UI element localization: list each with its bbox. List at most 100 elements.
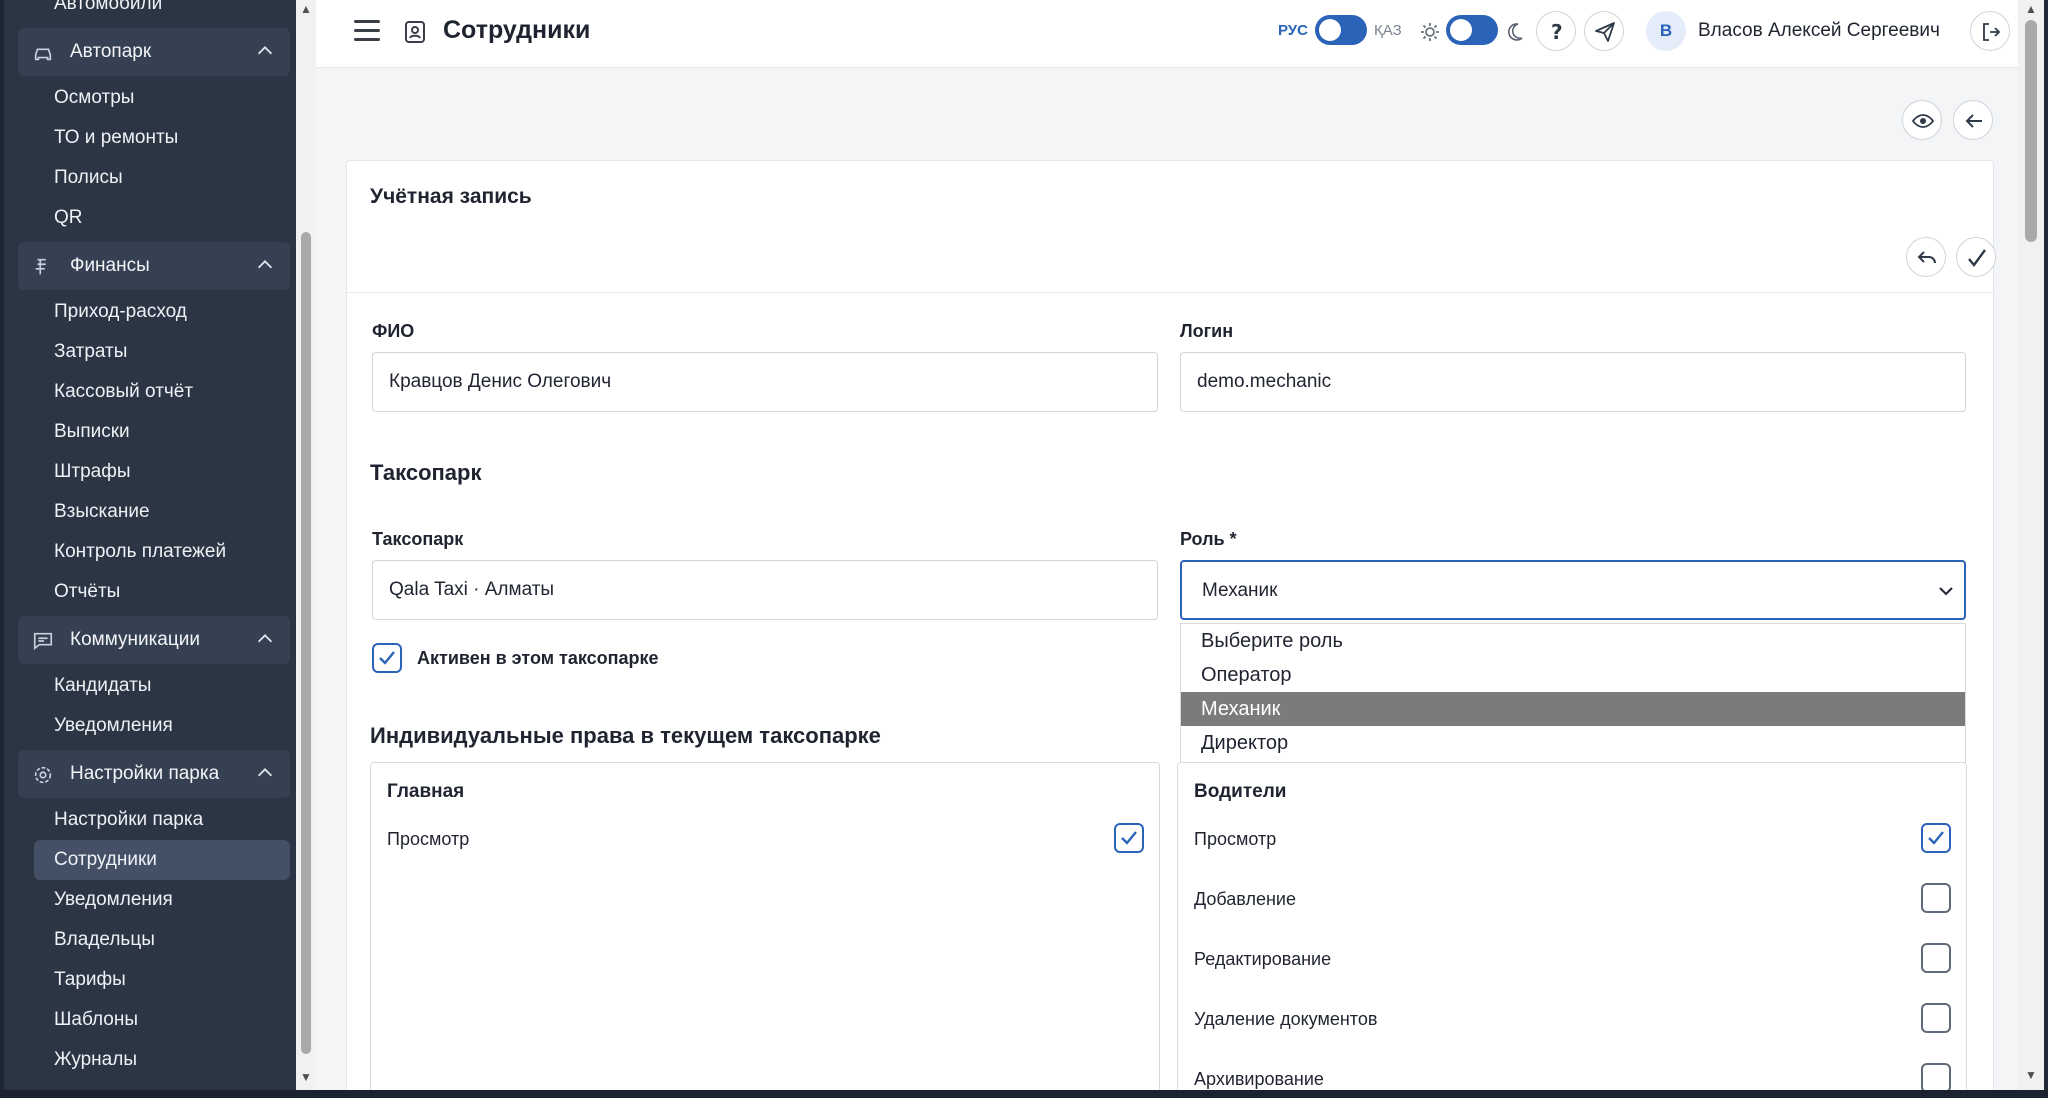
back-button[interactable] bbox=[1953, 100, 1993, 140]
page-scrollbar[interactable]: ▲ ▼ bbox=[2018, 0, 2044, 1090]
scroll-down-arrow-icon[interactable]: ▼ bbox=[300, 1070, 312, 1084]
sidebar-item-inspections[interactable]: Осмотры bbox=[54, 78, 134, 118]
permission-checkbox[interactable] bbox=[1921, 1003, 1951, 1033]
role-select[interactable]: Механик bbox=[1180, 560, 1966, 620]
sidebar-item-qr[interactable]: QR bbox=[54, 198, 83, 238]
role-option-mechanic[interactable]: Механик bbox=[1181, 692, 1965, 726]
sidebar-item-reports[interactable]: Отчёты bbox=[54, 572, 120, 612]
main-area: Сотрудники РУС ҚАЗ ? В Власов Алексей Се… bbox=[316, 0, 2018, 1090]
sidebar-item-policies[interactable]: Полисы bbox=[54, 158, 123, 198]
sidebar-item-cash-report[interactable]: Кассовый отчёт bbox=[54, 372, 193, 412]
question-icon: ? bbox=[1551, 21, 1563, 43]
scrollbar-thumb[interactable] bbox=[301, 232, 311, 1054]
sidebar-item-employees[interactable]: Сотрудники bbox=[54, 840, 157, 880]
taxopark-input[interactable]: Qala Taxi · Алматы bbox=[372, 560, 1158, 620]
checkmark-icon bbox=[379, 651, 395, 665]
fio-input[interactable]: Кравцов Денис Олегович bbox=[372, 352, 1158, 412]
scroll-up-arrow-icon[interactable]: ▲ bbox=[300, 2, 312, 16]
sidebar-item-recovery[interactable]: Взыскание bbox=[54, 492, 150, 532]
permission-group-title: Главная bbox=[387, 781, 465, 802]
permission-checkbox[interactable] bbox=[1921, 823, 1951, 853]
scroll-down-arrow-icon[interactable]: ▼ bbox=[2025, 1068, 2037, 1082]
sidebar-item-fines[interactable]: Штрафы bbox=[54, 452, 131, 492]
lang-rus-label[interactable]: РУС bbox=[1278, 22, 1308, 39]
sidebar-item-cars[interactable]: Автомобили bbox=[54, 0, 162, 24]
language-toggle[interactable] bbox=[1315, 15, 1367, 45]
sidebar-item-notifications[interactable]: Уведомления bbox=[54, 706, 173, 746]
toggle-knob bbox=[1319, 19, 1341, 41]
moon-icon bbox=[1508, 23, 1523, 41]
active-checkbox-label[interactable]: Активен в этом таксопарке bbox=[417, 648, 659, 669]
permissions-section-title: Индивидуальные права в текущем таксопарк… bbox=[370, 723, 881, 748]
lang-kaz-label[interactable]: ҚАЗ bbox=[1374, 22, 1402, 39]
logout-icon bbox=[1983, 23, 2001, 41]
undo-button[interactable] bbox=[1906, 237, 1946, 277]
role-option-director[interactable]: Директор bbox=[1181, 726, 1965, 760]
taxopark-label: Таксопарк bbox=[372, 529, 464, 549]
checkmark-icon bbox=[1121, 831, 1137, 845]
view-button[interactable] bbox=[1902, 100, 1942, 140]
taxopark-section-title: Таксопарк bbox=[370, 460, 482, 485]
scrollbar-thumb[interactable] bbox=[2025, 20, 2037, 242]
active-checkbox[interactable] bbox=[372, 643, 402, 673]
sidebar-item-tariffs[interactable]: Тарифы bbox=[54, 960, 126, 1000]
settings-icon bbox=[34, 766, 52, 784]
window-bottom-edge bbox=[0, 1090, 2048, 1098]
permission-checkbox[interactable] bbox=[1921, 883, 1951, 913]
sidebar-item-income-expense[interactable]: Приход-расход bbox=[54, 292, 187, 332]
telegram-button[interactable] bbox=[1584, 11, 1624, 51]
avatar[interactable]: В bbox=[1646, 11, 1686, 51]
help-button[interactable]: ? bbox=[1536, 11, 1576, 51]
permission-label: Архивирование bbox=[1194, 1069, 1324, 1089]
sidebar-scrollbar[interactable]: ▲ ▼ bbox=[296, 0, 316, 1090]
role-select-value: Механик bbox=[1202, 580, 1278, 601]
sidebar-group-finance[interactable]: Финансы bbox=[18, 242, 290, 290]
sidebar-group-communications[interactable]: Коммуникации bbox=[18, 616, 290, 664]
permission-checkbox[interactable] bbox=[1114, 823, 1144, 853]
permission-label: Просмотр bbox=[387, 829, 470, 849]
login-input[interactable]: demo.mechanic bbox=[1180, 352, 1966, 412]
login-label: Логин bbox=[1180, 321, 1234, 341]
role-option-operator[interactable]: Оператор bbox=[1181, 658, 1965, 692]
send-icon bbox=[1595, 22, 1615, 42]
sidebar-item-candidates[interactable]: Кандидаты bbox=[54, 666, 151, 706]
sidebar-item-statements[interactable]: Выписки bbox=[54, 412, 130, 452]
menu-toggle-icon[interactable] bbox=[354, 20, 380, 42]
contact-card-icon bbox=[405, 21, 425, 43]
sidebar-item-park-settings[interactable]: Настройки парка bbox=[54, 800, 203, 840]
sidebar-item-park-notifications[interactable]: Уведомления bbox=[54, 880, 173, 920]
sidebar: Автомобили Автопарк Осмотры ТО и ремонты… bbox=[0, 0, 296, 1098]
permission-label: Редактирование bbox=[1194, 949, 1332, 969]
eye-icon bbox=[1912, 114, 1934, 128]
checkmark-icon bbox=[1968, 249, 1986, 267]
permission-group-drivers: Водители Просмотр Добавление Редактирова… bbox=[1177, 762, 1967, 1090]
user-name[interactable]: Власов Алексей Сергеевич bbox=[1698, 20, 1940, 42]
sidebar-group-label: Автопарк bbox=[70, 41, 152, 62]
car-icon bbox=[34, 48, 52, 61]
permission-checkbox[interactable] bbox=[1921, 1063, 1951, 1090]
sidebar-item-journals[interactable]: Журналы bbox=[54, 1040, 137, 1080]
chevron-down-icon bbox=[1939, 587, 1953, 596]
role-option-placeholder[interactable]: Выберите роль bbox=[1181, 624, 1965, 658]
arrow-left-icon bbox=[1965, 114, 1982, 128]
sidebar-group-park-settings[interactable]: Настройки парка bbox=[18, 750, 290, 798]
scroll-up-arrow-icon[interactable]: ▲ bbox=[2025, 2, 2037, 16]
page-title: Сотрудники bbox=[443, 16, 591, 44]
card-title: Учётная запись bbox=[370, 185, 532, 208]
sidebar-group-label: Настройки парка bbox=[70, 763, 220, 784]
sidebar-item-payment-control[interactable]: Контроль платежей bbox=[54, 532, 226, 572]
permission-group-title: Водители bbox=[1194, 781, 1287, 802]
card-header: Учётная запись bbox=[347, 161, 1996, 293]
save-button[interactable] bbox=[1956, 237, 1996, 277]
fio-label: ФИО bbox=[372, 321, 415, 341]
sidebar-item-owners[interactable]: Владельцы bbox=[54, 920, 155, 960]
theme-toggle[interactable] bbox=[1446, 15, 1498, 45]
permission-checkbox[interactable] bbox=[1921, 943, 1951, 973]
sidebar-item-costs[interactable]: Затраты bbox=[54, 332, 127, 372]
topbar: Сотрудники РУС ҚАЗ ? В Власов Алексей Се… bbox=[316, 0, 2018, 68]
sidebar-group-autopark[interactable]: Автопарк bbox=[18, 28, 290, 76]
sidebar-item-templates[interactable]: Шаблоны bbox=[54, 1000, 138, 1040]
sidebar-item-maintenance[interactable]: ТО и ремонты bbox=[54, 118, 178, 158]
permission-label: Добавление bbox=[1194, 889, 1296, 909]
logout-button[interactable] bbox=[1970, 11, 2010, 51]
